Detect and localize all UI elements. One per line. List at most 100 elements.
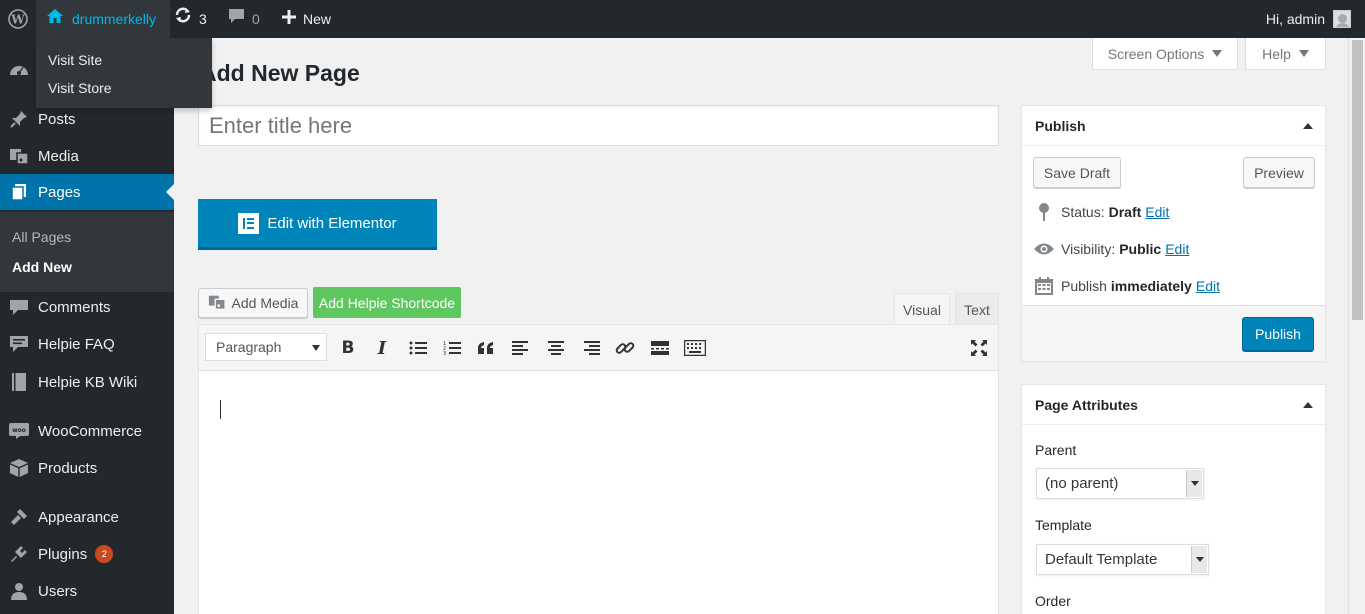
- toolbar-toggle-button[interactable]: [682, 335, 708, 361]
- align-center-icon: [548, 341, 564, 355]
- site-name-menu[interactable]: drummerkelly: [36, 0, 170, 38]
- parent-select[interactable]: (no parent): [1036, 468, 1204, 499]
- sidebar-item-woocommerce[interactable]: woo WooCommerce: [0, 413, 174, 449]
- woo-icon: woo: [0, 422, 38, 440]
- scrollbar-thumb[interactable]: [1352, 40, 1363, 320]
- caret-down-icon: [1212, 50, 1223, 57]
- template-select[interactable]: Default Template: [1036, 544, 1209, 575]
- page-scrollbar[interactable]: [1348, 38, 1365, 614]
- bullet-list-button[interactable]: [405, 335, 431, 361]
- collapse-arrow-icon[interactable]: [1303, 122, 1313, 129]
- plugin-icon: [0, 544, 38, 564]
- pin-icon: [1033, 202, 1055, 222]
- publish-box-header[interactable]: Publish: [1022, 106, 1325, 146]
- svg-text:woo: woo: [12, 427, 26, 434]
- title-input[interactable]: [198, 105, 999, 146]
- collapse-arrow-icon[interactable]: [1303, 401, 1313, 408]
- new-content-menu[interactable]: New: [282, 0, 331, 38]
- sidebar-item-media[interactable]: Media: [0, 138, 174, 174]
- page-attributes-title: Page Attributes: [1035, 396, 1138, 413]
- publish-box: Publish Save Draft Preview Status: Draft…: [1021, 105, 1326, 362]
- admin-bar: W drummerkelly 3 0 New Hi, admin: [0, 0, 1365, 38]
- italic-icon: I: [377, 337, 387, 359]
- avatar: [1333, 10, 1351, 28]
- sidebar-item-helpie-kb[interactable]: Helpie KB Wiki: [0, 364, 174, 400]
- tab-text[interactable]: Text: [955, 293, 999, 325]
- bold-icon: B: [341, 338, 355, 358]
- sidebar-item-helpie-faq[interactable]: Helpie FAQ: [0, 326, 174, 362]
- sidebar-item-pages[interactable]: Pages: [0, 174, 174, 210]
- comments-menu[interactable]: 0: [228, 0, 260, 38]
- add-helpie-shortcode-button[interactable]: Add Helpie Shortcode: [313, 287, 461, 318]
- edit-visibility-link[interactable]: Edit: [1165, 241, 1189, 257]
- align-left-button[interactable]: [508, 335, 534, 361]
- my-account-menu[interactable]: Hi, admin: [1266, 0, 1351, 38]
- fullscreen-button[interactable]: [966, 335, 992, 361]
- numbered-list-icon: 123: [443, 341, 461, 356]
- updates-menu[interactable]: 3: [174, 0, 207, 38]
- elementor-label: Edit with Elementor: [267, 214, 397, 232]
- editor-content-area[interactable]: [199, 371, 998, 614]
- fullscreen-icon: [971, 340, 987, 356]
- save-draft-button[interactable]: Save Draft: [1033, 157, 1121, 188]
- italic-button[interactable]: I: [369, 335, 395, 361]
- box-icon: [0, 458, 38, 478]
- add-media-label: Add Media: [231, 295, 299, 311]
- submenu-all-pages[interactable]: All Pages: [0, 222, 174, 252]
- publish-time-value: immediately: [1110, 278, 1192, 294]
- visit-store-link[interactable]: Visit Store: [36, 74, 212, 102]
- order-label: Order: [1035, 593, 1071, 609]
- template-select-value: Default Template: [1045, 551, 1158, 568]
- submenu-add-new[interactable]: Add New: [0, 252, 174, 282]
- svg-text:3: 3: [443, 351, 446, 356]
- sidebar-item-label: Posts: [38, 110, 76, 128]
- edit-with-elementor-button[interactable]: Edit with Elementor: [198, 199, 437, 250]
- sidebar-item-label: Comments: [38, 298, 111, 316]
- read-more-button[interactable]: [647, 335, 673, 361]
- media-icon: [208, 293, 226, 314]
- wordpress-logo-icon[interactable]: W: [0, 0, 36, 38]
- add-media-button[interactable]: Add Media: [198, 288, 308, 318]
- sidebar-item-label: Media: [38, 147, 79, 165]
- read-more-icon: [651, 341, 669, 355]
- faq-icon: [0, 335, 38, 353]
- pages-icon: [0, 182, 38, 202]
- visit-site-link[interactable]: Visit Site: [36, 46, 212, 74]
- caret-down-icon: [1298, 50, 1309, 57]
- text-cursor: [220, 400, 221, 419]
- page-attributes-box: Page Attributes Parent (no parent) Templ…: [1021, 384, 1326, 614]
- edit-status-link[interactable]: Edit: [1145, 204, 1169, 220]
- sidebar-item-products[interactable]: Products: [0, 450, 174, 486]
- sidebar-item-plugins[interactable]: Plugins 2: [0, 536, 174, 572]
- align-right-button[interactable]: [578, 335, 604, 361]
- content-editor: Paragraph B I 123: [198, 324, 999, 614]
- preview-button[interactable]: Preview: [1243, 157, 1315, 188]
- brush-icon: [0, 507, 38, 527]
- user-icon: [0, 582, 38, 600]
- sidebar-item-label: Helpie FAQ: [38, 335, 115, 353]
- status-value: Draft: [1108, 204, 1142, 220]
- format-select[interactable]: Paragraph: [205, 333, 327, 361]
- dashboard-icon: [0, 61, 38, 79]
- edit-publish-time-link[interactable]: Edit: [1196, 278, 1220, 294]
- numbered-list-button[interactable]: 123: [439, 335, 465, 361]
- quote-icon: [478, 342, 493, 354]
- blockquote-button[interactable]: [473, 335, 499, 361]
- greeting: Hi, admin: [1265, 11, 1325, 27]
- bold-button[interactable]: B: [335, 335, 361, 361]
- tab-visual[interactable]: Visual: [894, 293, 950, 325]
- sidebar-item-label: Plugins: [38, 545, 88, 563]
- screen-options-button[interactable]: Screen Options: [1092, 38, 1238, 70]
- insert-link-button[interactable]: [612, 335, 638, 361]
- publish-button[interactable]: Publish: [1242, 317, 1314, 351]
- caret-down-icon: [312, 345, 320, 351]
- screen-options-label: Screen Options: [1107, 45, 1205, 62]
- sidebar-item-users[interactable]: Users: [0, 573, 174, 609]
- sidebar-item-appearance[interactable]: Appearance: [0, 499, 174, 535]
- page-attributes-header[interactable]: Page Attributes: [1022, 385, 1325, 425]
- align-center-button[interactable]: [543, 335, 569, 361]
- editor-toolbar: Paragraph B I 123: [199, 325, 998, 371]
- sidebar-item-comments[interactable]: Comments: [0, 289, 174, 325]
- sidebar-item-label: Products: [38, 459, 98, 477]
- help-button[interactable]: Help: [1245, 38, 1326, 70]
